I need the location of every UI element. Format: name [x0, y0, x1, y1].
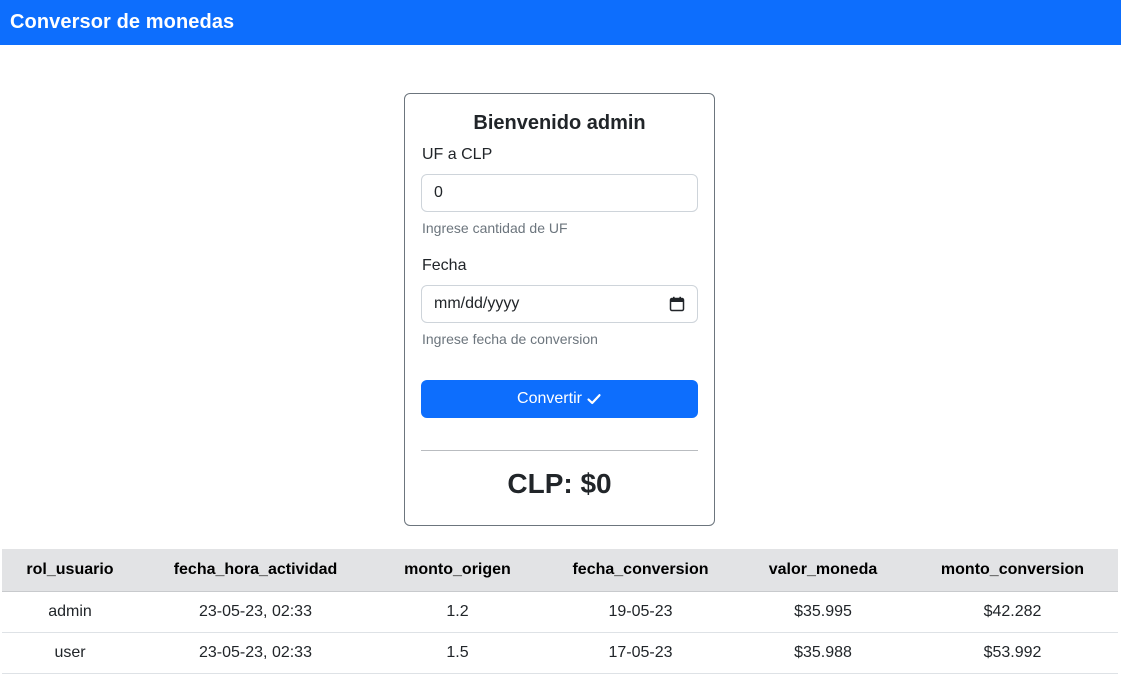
date-field-label: Fecha: [422, 257, 467, 274]
column-header[interactable]: monto_conversion: [907, 549, 1118, 592]
table-cell: 23-05-23, 02:33: [138, 632, 373, 674]
table-cell: 1.2: [373, 591, 542, 633]
activity-table: rol_usuario fecha_hora_actividad monto_o…: [2, 549, 1118, 674]
date-help-text: Ingrese fecha de conversion: [422, 331, 598, 347]
date-placeholder: mm/dd/yyyy: [434, 295, 520, 312]
uf-help-text: Ingrese cantidad de UF: [422, 220, 568, 236]
date-input[interactable]: mm/dd/yyyy: [421, 285, 698, 323]
convert-button[interactable]: Convertir: [421, 380, 698, 418]
table-row: admin 23-05-23, 02:33 1.2 19-05-23 $35.9…: [2, 591, 1118, 633]
card-divider: [421, 450, 698, 451]
column-header[interactable]: fecha_conversion: [542, 549, 739, 592]
table-cell: user: [2, 632, 138, 674]
check-icon: [586, 391, 602, 407]
calendar-icon[interactable]: [669, 296, 685, 312]
convert-button-label: Convertir: [517, 390, 582, 407]
converter-card: Bienvenido admin UF a CLP 0 Ingrese cant…: [404, 93, 715, 526]
column-header[interactable]: valor_moneda: [739, 549, 907, 592]
column-header[interactable]: fecha_hora_actividad: [138, 549, 373, 592]
column-header[interactable]: monto_origen: [373, 549, 542, 592]
table-cell: $35.995: [739, 591, 907, 633]
table-cell: $42.282: [907, 591, 1118, 633]
table-cell: 19-05-23: [542, 591, 739, 633]
column-header[interactable]: rol_usuario: [2, 549, 138, 592]
table-cell: $53.992: [907, 632, 1118, 674]
table-cell: admin: [2, 591, 138, 633]
navbar-brand[interactable]: Conversor de monedas: [10, 11, 234, 34]
welcome-title: Bienvenido admin: [473, 112, 646, 134]
table-header-row: rol_usuario fecha_hora_actividad monto_o…: [2, 549, 1118, 592]
table-cell: 1.5: [373, 632, 542, 674]
uf-field-label: UF a CLP: [422, 146, 493, 163]
uf-amount-input[interactable]: 0: [421, 174, 698, 212]
table-row: user 23-05-23, 02:33 1.5 17-05-23 $35.98…: [2, 632, 1118, 674]
conversion-result: CLP: $0: [507, 468, 612, 499]
top-navbar: Conversor de monedas: [0, 0, 1121, 45]
table-cell: $35.988: [739, 632, 907, 674]
table-cell: 17-05-23: [542, 632, 739, 674]
uf-amount-value: 0: [434, 184, 443, 201]
table-cell: 23-05-23, 02:33: [138, 591, 373, 633]
